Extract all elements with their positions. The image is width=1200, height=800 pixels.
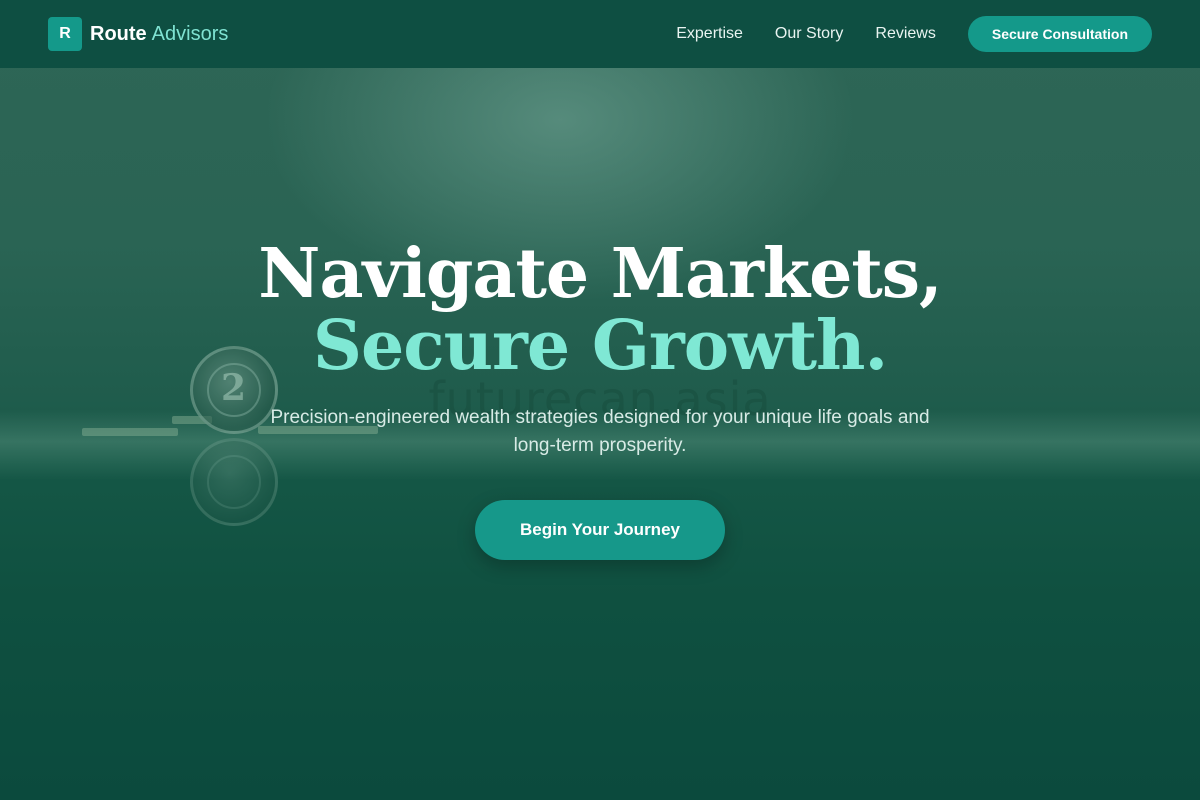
- nav-link-reviews[interactable]: Reviews: [875, 25, 935, 43]
- nav-link-our-story[interactable]: Our Story: [775, 25, 843, 43]
- main-nav: Expertise Our Story Reviews Secure Consu…: [644, 16, 1152, 52]
- hero-subtitle: Precision-engineered wealth strategies d…: [270, 407, 930, 456]
- headline-line-1: Navigate Markets,: [258, 234, 942, 314]
- brand-name: Route: [90, 22, 147, 45]
- nav-link-expertise[interactable]: Expertise: [676, 25, 743, 43]
- brand-name-accent: Advisors: [151, 22, 229, 45]
- hero-headline: Navigate Markets, Secure Growth.: [0, 238, 1200, 382]
- begin-journey-button[interactable]: Begin Your Journey: [475, 500, 725, 560]
- logo-mark: R: [48, 17, 82, 51]
- headline-line-2: Secure Growth.: [312, 306, 888, 386]
- hero-content: Navigate Markets, Secure Growth. Precisi…: [0, 238, 1200, 560]
- brand-logo[interactable]: R Route Advisors: [48, 17, 228, 51]
- site-header: R Route Advisors Expertise Our Story Rev…: [0, 0, 1200, 68]
- secure-consultation-button[interactable]: Secure Consultation: [967, 16, 1152, 52]
